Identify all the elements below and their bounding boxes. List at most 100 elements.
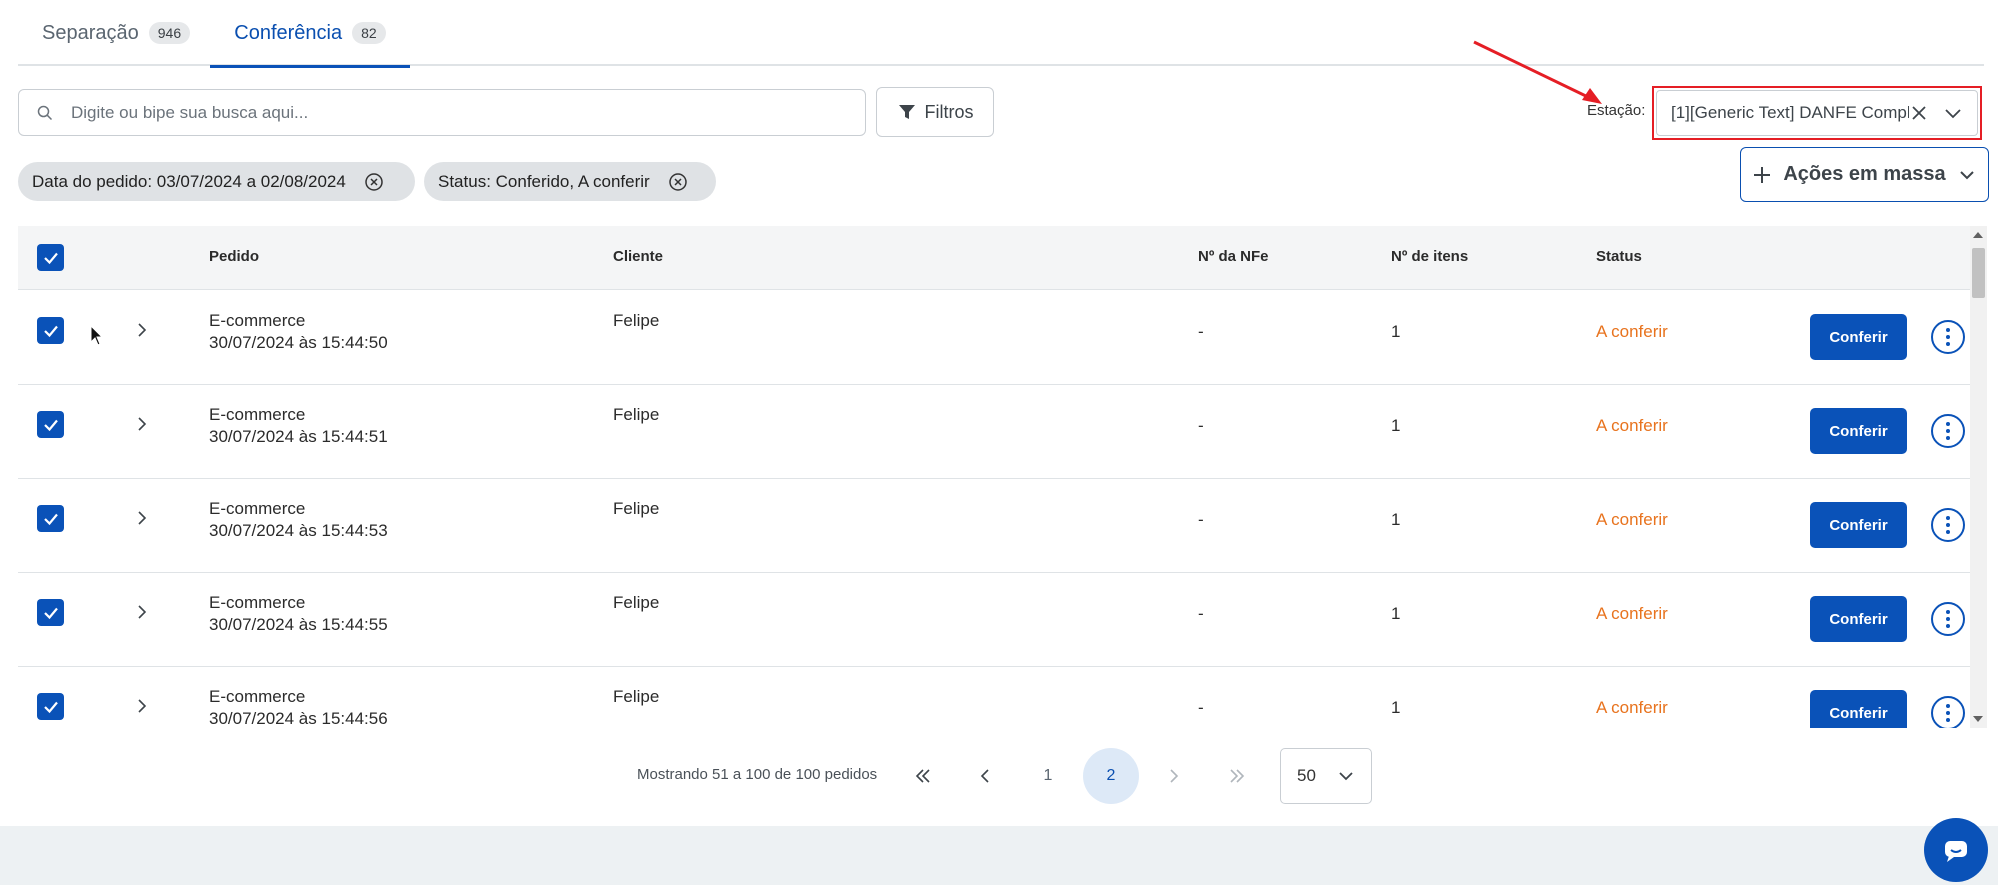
chevron-right-icon[interactable]: [134, 698, 150, 714]
scroll-thumb[interactable]: [1972, 248, 1985, 298]
conferir-button[interactable]: Conferir: [1810, 314, 1907, 360]
pagination-info: Mostrando 51 a 100 de 100 pedidos: [637, 766, 878, 783]
order-client: Felipe: [613, 499, 660, 518]
check-icon: [43, 325, 58, 337]
more-options-icon[interactable]: [1931, 414, 1965, 448]
bulk-actions-button[interactable]: Ações em massa: [1740, 147, 1989, 202]
chevron-down-icon[interactable]: [1943, 103, 1963, 123]
select-all-checkbox[interactable]: [37, 244, 64, 271]
page-footer: [0, 826, 1998, 885]
order-date: 30/07/2024 às 15:44:55: [209, 615, 388, 634]
check-icon: [43, 701, 58, 713]
more-options-icon[interactable]: [1931, 320, 1965, 354]
more-options-icon[interactable]: [1931, 602, 1965, 636]
header-pedido[interactable]: Pedido: [209, 248, 259, 265]
table-row[interactable]: E-commerce 30/07/2024 às 15:44:55 Felipe…: [18, 573, 1970, 667]
next-page-button[interactable]: [1146, 748, 1202, 804]
order-nfe: -: [1198, 604, 1204, 623]
chevron-right-icon: [1170, 769, 1179, 783]
row-checkbox[interactable]: [37, 599, 64, 626]
order-client: Felipe: [613, 405, 660, 424]
search-input[interactable]: [71, 102, 831, 123]
conferir-button[interactable]: Conferir: [1810, 502, 1907, 548]
last-page-button[interactable]: [1209, 748, 1265, 804]
remove-chip-icon[interactable]: [364, 172, 384, 192]
status-badge: A conferir: [1596, 416, 1668, 435]
double-chevron-left-icon: [915, 769, 930, 783]
table-row[interactable]: E-commerce 30/07/2024 às 15:44:56 Felipe…: [18, 667, 1970, 728]
more-options-icon[interactable]: [1931, 508, 1965, 542]
chevron-right-icon[interactable]: [134, 510, 150, 526]
order-nfe: -: [1198, 322, 1204, 341]
row-checkbox[interactable]: [37, 693, 64, 720]
header-itens[interactable]: Nº de itens: [1391, 248, 1468, 265]
order-date: 30/07/2024 às 15:44:56: [209, 709, 388, 728]
order-channel: E-commerce: [209, 311, 306, 330]
row-checkbox[interactable]: [37, 505, 64, 532]
tab-separacao-label: Separação: [42, 21, 139, 44]
mouse-cursor-icon: [90, 325, 104, 346]
order-nfe: -: [1198, 698, 1204, 717]
more-options-icon[interactable]: [1931, 696, 1965, 728]
plus-icon: [1754, 166, 1771, 183]
order-client: Felipe: [613, 311, 660, 330]
chevron-right-icon[interactable]: [134, 322, 150, 338]
status-badge: A conferir: [1596, 604, 1668, 623]
scroll-up-icon[interactable]: [1973, 232, 1983, 238]
table-header: Pedido Cliente Nº da NFe Nº de itens Sta…: [18, 226, 1970, 290]
status-badge: A conferir: [1596, 698, 1668, 717]
conferir-button[interactable]: Conferir: [1810, 690, 1907, 728]
station-select[interactable]: [1][Generic Text] DANFE Comple...: [1656, 90, 1978, 136]
row-checkbox[interactable]: [37, 317, 64, 344]
order-nfe: -: [1198, 416, 1204, 435]
tab-conferencia[interactable]: Conferência 82: [210, 0, 410, 68]
header-status[interactable]: Status: [1596, 248, 1642, 265]
chat-button[interactable]: [1924, 818, 1988, 882]
conferir-button[interactable]: Conferir: [1810, 596, 1907, 642]
order-items: 1: [1391, 698, 1401, 717]
tab-conferencia-count: 82: [352, 22, 386, 44]
header-nfe[interactable]: Nº da NFe: [1198, 248, 1269, 265]
page-1-button[interactable]: 1: [1020, 748, 1076, 804]
order-channel: E-commerce: [209, 687, 306, 706]
scroll-down-icon[interactable]: [1973, 716, 1983, 722]
page-2-button[interactable]: 2: [1083, 748, 1139, 804]
station-value: [1][Generic Text] DANFE Comple...: [1671, 103, 1909, 122]
clear-icon[interactable]: [1909, 103, 1929, 123]
tab-separacao[interactable]: Separação 946: [42, 0, 191, 66]
order-items: 1: [1391, 604, 1401, 623]
conferir-button[interactable]: Conferir: [1810, 408, 1907, 454]
bulk-actions-label: Ações em massa: [1783, 163, 1946, 185]
filters-button[interactable]: Filtros: [876, 87, 994, 137]
table-row[interactable]: E-commerce 30/07/2024 às 15:44:51 Felipe…: [18, 385, 1970, 479]
check-icon: [43, 513, 58, 525]
first-page-button[interactable]: [895, 748, 951, 804]
table-row[interactable]: E-commerce 30/07/2024 às 15:44:53 Felipe…: [18, 479, 1970, 573]
row-checkbox[interactable]: [37, 411, 64, 438]
remove-chip-icon[interactable]: [668, 172, 688, 192]
chevron-right-icon[interactable]: [134, 604, 150, 620]
per-page-select[interactable]: 50: [1280, 748, 1372, 804]
status-badge: A conferir: [1596, 322, 1668, 341]
filter-chip-date: Data do pedido: 03/07/2024 a 02/08/2024: [18, 162, 415, 201]
tab-conferencia-label: Conferência: [234, 21, 343, 44]
tab-bar: Separação 946 Conferência 82: [18, 0, 1984, 68]
prev-page-button[interactable]: [957, 748, 1013, 804]
table-row[interactable]: E-commerce 30/07/2024 às 15:44:50 Felipe…: [18, 291, 1970, 385]
order-items: 1: [1391, 416, 1401, 435]
filters-button-label: Filtros: [924, 101, 974, 122]
header-cliente[interactable]: Cliente: [613, 248, 663, 265]
order-items: 1: [1391, 510, 1401, 529]
order-date: 30/07/2024 às 15:44:53: [209, 521, 388, 540]
order-channel: E-commerce: [209, 593, 306, 612]
order-client: Felipe: [613, 593, 660, 612]
check-icon: [43, 607, 58, 619]
chevron-left-icon: [980, 769, 989, 783]
annotation-arrow: [1473, 40, 1602, 104]
table-scrollbar[interactable]: [1970, 226, 1987, 728]
chevron-right-icon[interactable]: [134, 416, 150, 432]
chevron-down-icon: [1959, 170, 1974, 179]
filter-chip-status-label: Status: Conferido, A conferir: [438, 171, 650, 191]
order-items: 1: [1391, 322, 1401, 341]
order-channel: E-commerce: [209, 405, 306, 424]
